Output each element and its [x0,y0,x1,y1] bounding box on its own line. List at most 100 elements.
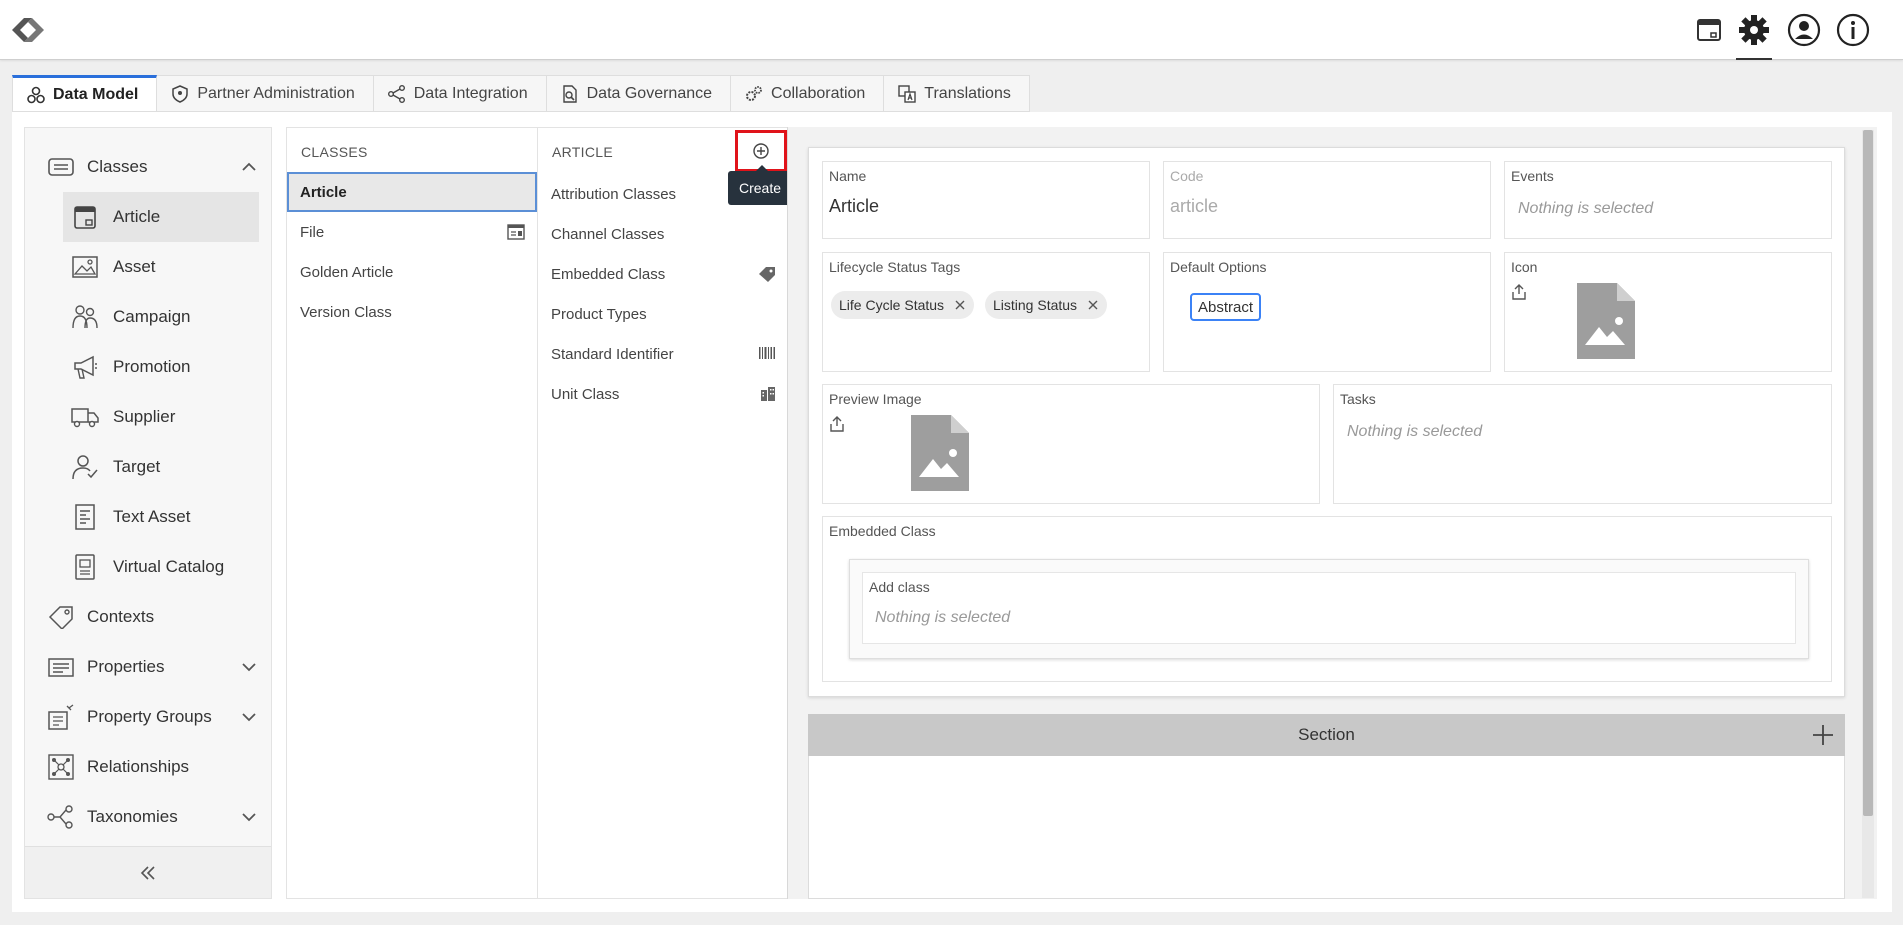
close-icon[interactable] [954,299,966,311]
info-icon[interactable] [1835,12,1871,48]
sidebar-item-text-asset[interactable]: Text Asset [25,492,271,542]
gears-icon [746,85,762,101]
subclass-item-channel-classes[interactable]: Channel Classes [538,214,788,254]
sidebar-item-promotion[interactable]: Promotion [25,342,271,392]
code-value: article [1170,196,1219,216]
tab-translations[interactable]: Translations [884,75,1030,112]
sidebar-item-article[interactable]: Article [63,192,259,242]
image-placeholder-icon [1577,283,1635,359]
list-item-label: Channel Classes [551,225,665,243]
name-value[interactable]: Article [829,196,879,217]
upload-icon[interactable] [829,415,845,433]
tab-data-model[interactable]: Data Model [12,75,158,112]
class-item-golden-article[interactable]: Golden Article [287,252,537,292]
barcode-icon [759,347,775,359]
icon-label: Icon [1511,259,1538,275]
tasks-value[interactable]: Nothing is selected [1347,423,1482,441]
code-label: Code [1170,168,1204,184]
tab-label: Data Governance [586,84,713,102]
user-icon[interactable] [1786,12,1822,48]
chevron-down-icon[interactable] [241,659,257,675]
sidebar-item-target[interactable]: Target [25,442,271,492]
article-icon [71,203,99,231]
sidebar-item-asset[interactable]: Asset [25,242,271,292]
section-header: Section [808,714,1845,756]
name-label: Name [829,168,867,184]
sidebar-item-relationships[interactable]: Relationships [25,742,271,792]
subclass-item-standard-identifier[interactable]: Standard Identifier [538,334,788,374]
sidebar-item-contexts[interactable]: Contexts [25,592,271,642]
tab-collaboration[interactable]: Collaboration [731,75,885,112]
detail-scrollbar[interactable] [1862,130,1874,898]
collapse-sidebar-button[interactable] [25,846,271,898]
classes-icon [47,153,75,181]
add-class-value[interactable]: Nothing is selected [875,609,1010,627]
name-field[interactable]: Name Article [822,161,1150,239]
tag-chip: Life Cycle Status [831,291,975,319]
tab-partner-administration[interactable]: Partner Administration [157,75,374,112]
tab-data-integration[interactable]: Data Integration [373,75,547,112]
article-column-title: ARTICLE [552,144,613,160]
subclass-item-unit-class[interactable]: Unit Class [538,374,788,414]
lifecycle-status-tags-field[interactable]: Lifecycle Status Tags Life Cycle Status … [822,252,1150,372]
add-class-field[interactable]: Add class Nothing is selected [862,572,1796,644]
tag-icon [47,603,75,631]
plus-circle-icon [753,143,769,159]
section-title: Section [1298,725,1355,744]
tag-chip-label: Listing Status [993,297,1078,313]
chevron-up-icon[interactable] [241,159,257,175]
logo-icon[interactable] [6,10,50,50]
tab-data-governance[interactable]: Data Governance [546,75,732,112]
events-value[interactable]: Nothing is selected [1518,200,1653,218]
sidebar-item-label: Promotion [113,357,191,376]
data-model-icon [27,86,45,103]
tasks-field[interactable]: Tasks Nothing is selected [1333,384,1832,504]
gear-icon[interactable] [1736,12,1772,60]
class-properties-card: Name Article Code article Events Nothing… [808,147,1845,697]
sidebar-item-label: Target [113,457,161,476]
sidebar-item-classes[interactable]: Classes [25,142,271,192]
create-tooltip: Create [728,165,792,205]
code-field: Code article [1163,161,1491,239]
sidebar-item-supplier[interactable]: Supplier [25,392,271,442]
sidebar-item-properties[interactable]: Properties [25,642,271,692]
list-item-label: Golden Article [300,263,394,281]
icon-field: Icon [1504,252,1832,372]
truck-icon [71,403,99,431]
article-column: ARTICLE Attribution Classes Channel Clas… [537,127,789,899]
list-item-label: Version Class [300,303,392,321]
properties-icon [47,653,75,681]
class-item-file[interactable]: File [287,212,537,252]
sidebar-item-label: Contexts [87,607,155,626]
class-item-article[interactable]: Article [287,172,537,212]
list-item-label: Standard Identifier [551,345,674,363]
close-icon[interactable] [1087,299,1099,311]
events-label: Events [1511,168,1554,184]
sidebar-item-campaign[interactable]: Campaign [25,292,271,342]
abstract-option-button[interactable]: Abstract [1190,293,1262,321]
default-options-field: Default Options Abstract [1163,252,1491,372]
sidebar-item-virtual-catalog[interactable]: Virtual Catalog [25,542,271,592]
chevron-down-icon[interactable] [241,709,257,725]
tag-filled-icon [759,267,775,282]
chevron-down-icon[interactable] [241,809,257,825]
sidebar-item-label: Property Groups [87,707,212,726]
subclass-item-product-types[interactable]: Product Types [538,294,788,334]
scrollbar-thumb[interactable] [1863,130,1873,816]
double-chevron-left-icon [140,865,155,880]
upload-icon[interactable] [1511,283,1527,301]
sidebar-item-property-groups[interactable]: Property Groups [25,692,271,742]
document-search-icon [562,84,577,103]
package-icon[interactable] [1691,12,1727,48]
main-tabs: Data Model Partner Administration Data I… [12,75,1030,112]
class-item-version-class[interactable]: Version Class [287,292,537,332]
campaign-icon [71,303,99,331]
subclass-item-embedded-class[interactable]: Embedded Class [538,254,788,294]
events-field[interactable]: Events Nothing is selected [1504,161,1832,239]
sidebar-item-taxonomies[interactable]: Taxonomies [25,792,271,842]
tab-label: Data Integration [413,84,528,102]
add-section-icon[interactable] [1811,723,1835,747]
classes-column: CLASSES Article File Golden Article Vers… [286,127,538,899]
tag-chip: Listing Status [985,291,1108,319]
tab-label: Translations [924,84,1011,102]
